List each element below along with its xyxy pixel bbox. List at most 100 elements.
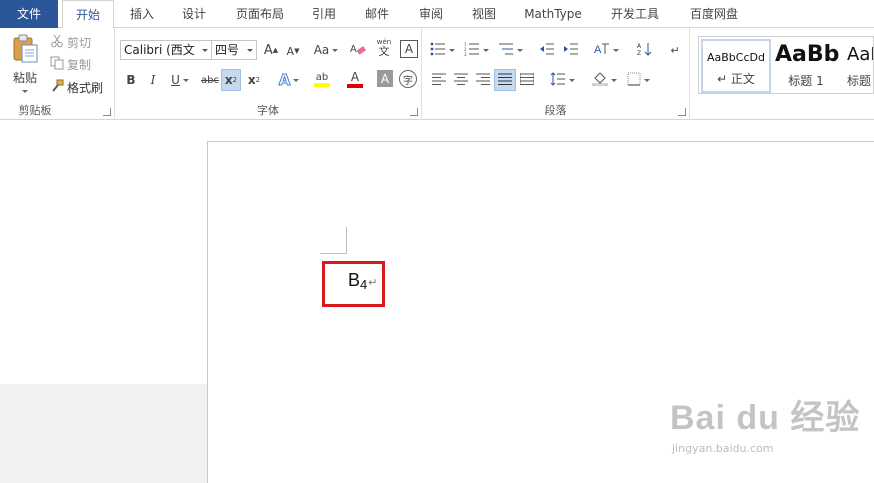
numbering-button[interactable]: 123 <box>462 40 490 60</box>
font-size-combo[interactable]: 四号 <box>211 40 257 60</box>
bold-button[interactable]: B <box>123 70 139 90</box>
style-heading-1[interactable]: AaBb 标题 1 <box>775 39 839 93</box>
tab-design[interactable]: 设计 <box>180 0 208 28</box>
bullets-button[interactable] <box>428 40 456 60</box>
clipboard-launcher-icon[interactable] <box>103 108 111 116</box>
cut-label: 剪切 <box>67 35 92 50</box>
change-case-button[interactable]: Aa <box>311 40 341 60</box>
paragraph-launcher-icon[interactable] <box>678 108 686 116</box>
ribbon-tab-bar: 文件 开始 插入 设计 页面布局 引用 邮件 审阅 视图 MathType 开发… <box>0 0 874 29</box>
paragraph-group: 123 A AZ ↵ 段落 <box>422 28 690 120</box>
paste-button[interactable]: 粘贴 <box>6 34 44 96</box>
font-launcher-icon[interactable] <box>410 108 418 116</box>
clipboard-group-label: 剪贴板 <box>18 104 52 117</box>
grow-font-button[interactable]: A ▲ <box>263 40 279 60</box>
decrease-indent-icon <box>539 42 555 59</box>
distributed-button[interactable] <box>518 70 536 90</box>
justify-icon <box>498 73 512 88</box>
font-size-dropdown-icon[interactable] <box>247 49 253 52</box>
tab-page-layout[interactable]: 页面布局 <box>234 0 286 28</box>
align-center-icon <box>454 73 468 88</box>
font-color-button[interactable]: A <box>341 69 369 89</box>
font-group: Calibri (西文 四号 A▲ A▼ Aa A wén 文 A B I <box>115 28 422 120</box>
phonetic-guide-button[interactable]: wén 文 <box>375 38 393 58</box>
distributed-icon <box>519 72 535 88</box>
style-heading-1-name: 标题 1 <box>788 74 824 88</box>
paste-dropdown-icon[interactable] <box>22 90 28 93</box>
borders-button[interactable] <box>624 70 652 90</box>
highlight-color-button[interactable]: ab <box>307 69 337 89</box>
tab-view[interactable]: 视图 <box>470 0 498 28</box>
align-left-button[interactable] <box>430 70 448 90</box>
increase-indent-button[interactable] <box>562 40 580 60</box>
tab-insert[interactable]: 插入 <box>128 0 156 28</box>
align-center-button[interactable] <box>452 70 470 90</box>
increase-indent-icon <box>563 42 579 59</box>
copy-button[interactable]: 复制 <box>50 54 91 74</box>
italic-button[interactable]: I <box>145 70 161 90</box>
borders-icon <box>627 72 641 89</box>
shrink-font-icon: A <box>286 44 295 58</box>
font-size-value: 四号 <box>215 43 240 57</box>
tab-home[interactable]: 开始 <box>62 0 114 29</box>
character-border-button[interactable]: A <box>400 40 418 58</box>
tab-file[interactable]: 文件 <box>0 0 58 28</box>
format-painter-button[interactable]: 格式刷 <box>50 77 103 97</box>
enclose-characters-button[interactable]: 字 <box>399 70 417 88</box>
copy-icon <box>50 56 64 73</box>
svg-text:A: A <box>350 44 357 55</box>
shading-button[interactable] <box>590 70 618 90</box>
page-margin-corner-mark <box>320 227 347 254</box>
style-heading[interactable]: AaI 标题 <box>841 39 873 93</box>
style-normal[interactable]: AaBbCcDd ↵ 正文 <box>701 39 771 93</box>
italic-icon: I <box>150 73 156 87</box>
sort-button[interactable]: AZ <box>636 40 654 60</box>
document-text[interactable]: B4↵ <box>348 270 377 292</box>
show-marks-button[interactable]: ↵ <box>666 40 684 60</box>
ribbon: 粘贴 剪切 复制 格式刷 剪贴板 Calibri (西文 四号 A ▲ A ▼ … <box>0 28 874 120</box>
cut-button[interactable]: 剪切 <box>50 32 91 52</box>
strikethrough-icon: abc <box>201 74 219 86</box>
chinese-layout-button[interactable]: A <box>592 40 620 60</box>
tab-developer[interactable]: 开发工具 <box>609 0 661 28</box>
font-name-combo[interactable]: Calibri (西文 <box>120 40 212 60</box>
style-normal-name: ↵ 正文 <box>717 72 755 86</box>
multilevel-list-icon <box>498 42 514 59</box>
text-effects-icon: A <box>278 71 291 90</box>
multilevel-list-button[interactable] <box>496 40 524 60</box>
highlighter-icon: ab <box>315 71 329 83</box>
text-effects-button[interactable]: A <box>275 70 303 90</box>
svg-text:Z: Z <box>637 50 641 56</box>
paintbrush-icon <box>50 79 64 96</box>
paragraph-group-label: 段落 <box>544 104 567 117</box>
paragraph-mark: ↵ <box>368 277 378 289</box>
shrink-font-button[interactable]: A ▼ <box>285 41 301 61</box>
strikethrough-button[interactable]: abc <box>199 70 221 90</box>
align-right-button[interactable] <box>474 70 492 90</box>
align-right-icon <box>476 73 490 88</box>
justify-button[interactable] <box>494 69 516 91</box>
font-name-dropdown-icon[interactable] <box>202 49 208 52</box>
navigation-pane-background <box>0 384 208 483</box>
line-spacing-button[interactable] <box>548 70 576 90</box>
character-shading-button[interactable]: A <box>377 70 393 87</box>
tab-mailings[interactable]: 邮件 <box>363 0 391 28</box>
font-group-label: 字体 <box>257 104 279 117</box>
tab-baidu-netdisk[interactable]: 百度网盘 <box>688 0 740 28</box>
tab-references[interactable]: 引用 <box>310 0 338 28</box>
underline-button[interactable]: U <box>167 70 193 90</box>
svg-text:A: A <box>637 43 642 50</box>
baidu-jingyan-watermark: Bai du 经验 jingyan.baidu.com <box>670 390 870 470</box>
subscript-icon: x <box>224 73 233 87</box>
decrease-indent-button[interactable] <box>538 40 556 60</box>
tab-mathtype[interactable]: MathType <box>522 0 584 28</box>
subscript-button[interactable]: x2 <box>221 69 241 91</box>
clear-formatting-button[interactable]: A <box>349 40 367 60</box>
font-color-icon: A <box>350 69 360 84</box>
enclose-characters-icon: 字 <box>403 75 413 87</box>
chinese-layout-icon: A <box>594 42 610 59</box>
paint-bucket-icon <box>592 71 608 89</box>
tab-review[interactable]: 审阅 <box>417 0 445 28</box>
bullet-list-icon <box>430 42 446 59</box>
superscript-button[interactable]: x2 <box>245 70 263 90</box>
